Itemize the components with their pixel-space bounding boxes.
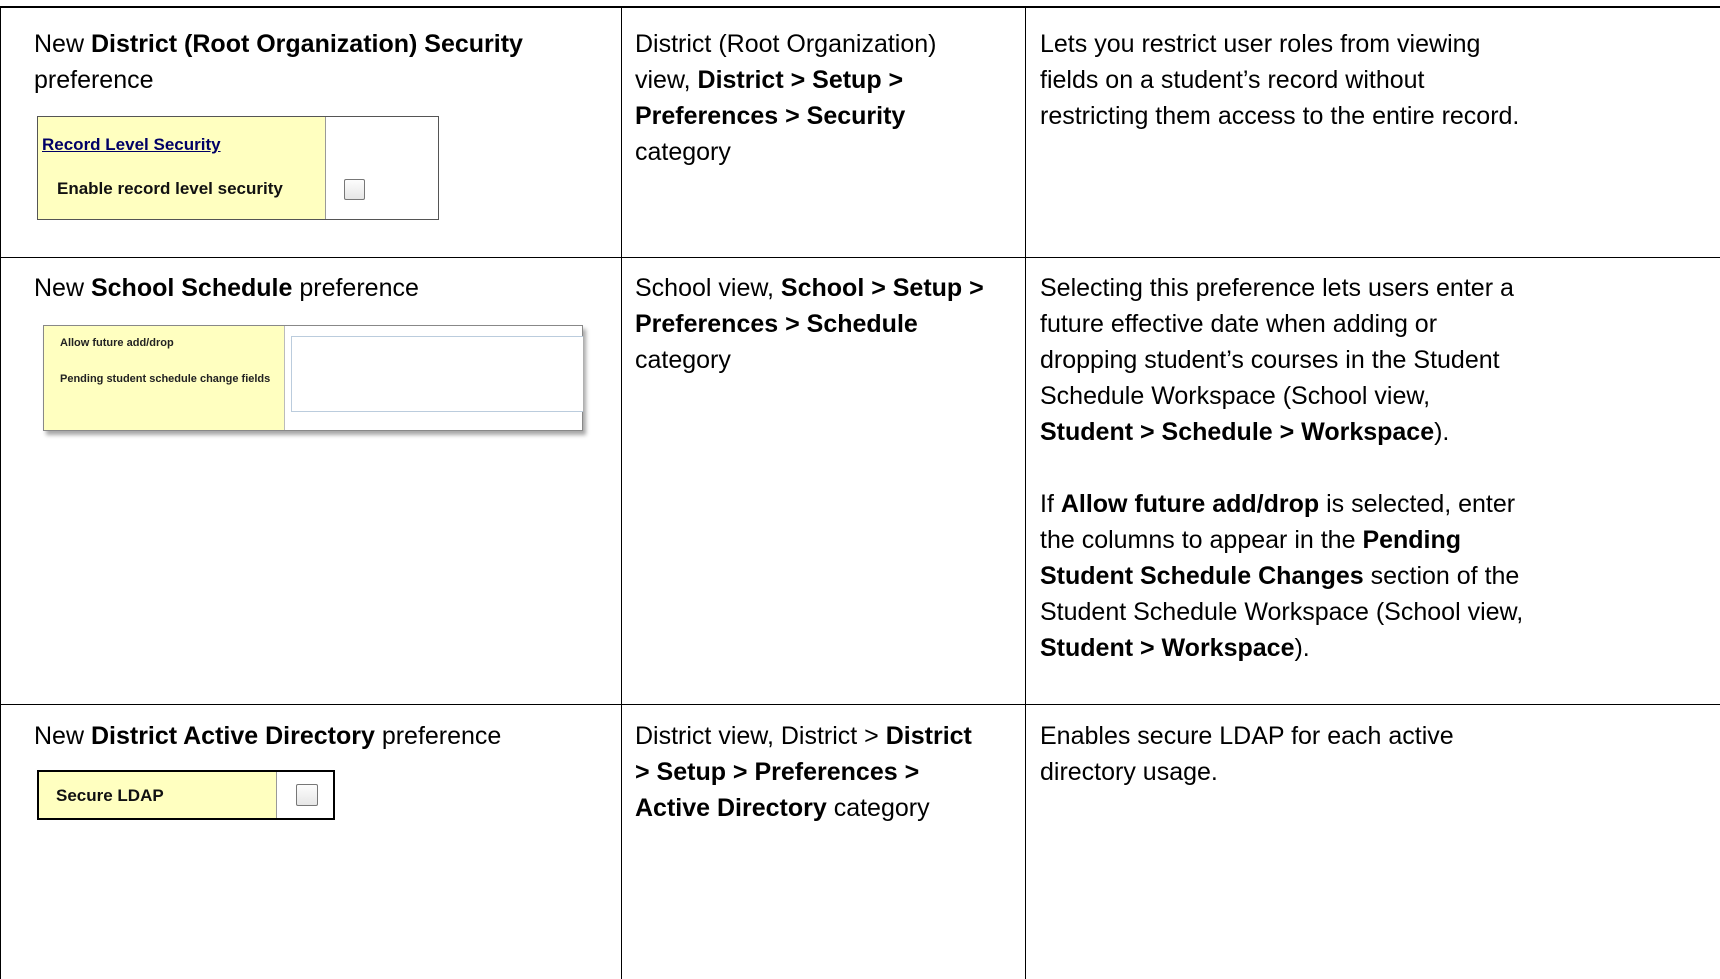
column-divider-2 [1025, 7, 1026, 979]
secure-ldap-checkbox[interactable] [296, 784, 318, 806]
school-schedule-snapshot: Allow future add/drop Pending student sc… [43, 325, 583, 431]
row2-description-cell: Selecting this preference lets users ent… [1040, 274, 1524, 662]
row2-feature-cell: New School Schedule preference [34, 274, 419, 302]
record-level-security-link[interactable]: Record Level Security [42, 135, 221, 155]
preferences-table: New District (Root Organization) Securit… [0, 0, 1720, 979]
table-top-border [0, 6, 1720, 8]
enable-record-level-security-checkbox[interactable] [344, 179, 365, 200]
row-divider-2 [0, 704, 1720, 705]
enable-record-level-security-label: Enable record level security [57, 179, 283, 198]
row1-location-cell: District (Root Organization) view, Distr… [635, 30, 937, 166]
pending-schedule-change-fields-label: Pending student schedule change fields [60, 373, 271, 385]
snapshot-label-column: Record Level Security Enable record leve… [38, 117, 326, 219]
pending-schedule-change-fields-textarea[interactable] [291, 336, 583, 412]
record-level-security-snapshot: Record Level Security Enable record leve… [37, 116, 439, 220]
secure-ldap-label: Secure LDAP [56, 786, 164, 805]
table-left-border [0, 7, 1, 979]
snapshot-label-column: Allow future add/drop Pending student sc… [44, 326, 285, 430]
row3-location-cell: District view, District > District > Set… [635, 722, 972, 822]
row1-description-cell: Lets you restrict user roles from viewin… [1040, 30, 1520, 130]
column-divider-1 [621, 7, 622, 979]
row-divider-1 [0, 257, 1720, 258]
row2-location-cell: School view, School > Setup > Preference… [635, 274, 984, 374]
allow-future-add-drop-label: Allow future add/drop [60, 337, 174, 349]
row3-description-cell: Enables secure LDAP for each active dire… [1040, 722, 1454, 786]
secure-ldap-snapshot: Secure LDAP [37, 770, 335, 820]
row3-feature-cell: New District Active Directory preference [34, 722, 502, 750]
row1-feature-cell: New District (Root Organization) Securit… [34, 30, 523, 94]
snapshot-label-column: Secure LDAP [39, 772, 277, 818]
